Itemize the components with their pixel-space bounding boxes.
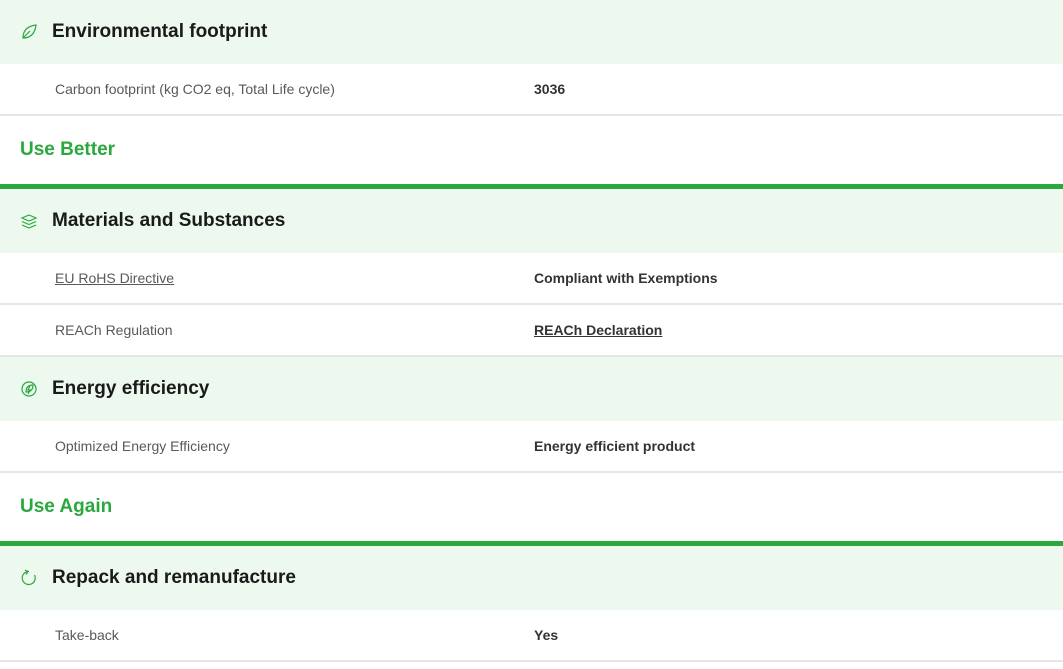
- carbon-footprint-label: Carbon footprint (kg CO2 eq, Total Life …: [55, 81, 335, 97]
- rohs-row: EU RoHS Directive Compliant with Exempti…: [0, 253, 1063, 305]
- reach-regulation-label: REACh Regulation: [55, 322, 173, 338]
- materials-substances-title: Materials and Substances: [52, 210, 286, 231]
- use-again-title: Use Again: [20, 496, 113, 517]
- energy-efficiency-header: Energy efficiency: [0, 357, 1063, 421]
- energy-efficiency-title: Energy efficiency: [52, 378, 210, 399]
- eu-rohs-directive-link[interactable]: EU RoHS Directive: [55, 270, 174, 286]
- reach-row: REACh Regulation REACh Declaration: [0, 305, 1063, 357]
- use-better-title: Use Better: [20, 139, 116, 160]
- environmental-footprint-title: Environmental footprint: [52, 21, 268, 42]
- take-back-row: Take-back Yes: [0, 610, 1063, 662]
- use-better-heading: Use Better: [0, 116, 1063, 189]
- repack-remanufacture-header: Repack and remanufacture: [0, 546, 1063, 610]
- repack-remanufacture-title: Repack and remanufacture: [52, 567, 296, 588]
- materials-substances-header: Materials and Substances: [0, 189, 1063, 253]
- energy-efficiency-row: Optimized Energy Efficiency Energy effic…: [0, 421, 1063, 473]
- layers-icon: [20, 212, 38, 230]
- energy-leaf-icon: [20, 380, 38, 398]
- take-back-label: Take-back: [55, 627, 119, 643]
- reach-declaration-link[interactable]: REACh Declaration: [534, 322, 662, 338]
- optimized-energy-value: Energy efficient product: [534, 438, 696, 454]
- environmental-footprint-header: Environmental footprint: [0, 0, 1063, 64]
- leaf-icon: [20, 23, 38, 41]
- rohs-value: Compliant with Exemptions: [534, 270, 718, 286]
- use-again-heading: Use Again: [0, 473, 1063, 546]
- sustainability-panel: Environmental footprint Carbon footprint…: [0, 0, 1063, 662]
- carbon-footprint-row: Carbon footprint (kg CO2 eq, Total Life …: [0, 64, 1063, 116]
- take-back-value: Yes: [534, 627, 559, 643]
- carbon-footprint-value: 3036: [534, 81, 566, 97]
- refresh-icon: [20, 569, 38, 587]
- optimized-energy-label: Optimized Energy Efficiency: [55, 438, 230, 454]
